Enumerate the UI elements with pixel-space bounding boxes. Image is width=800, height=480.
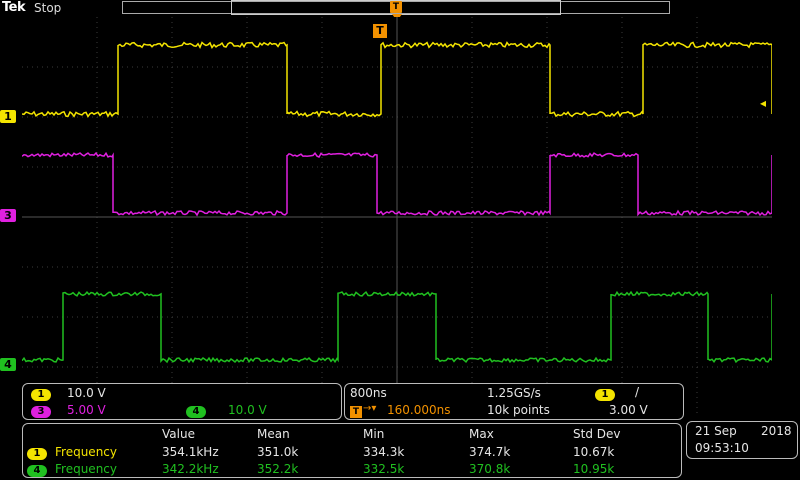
brand-logo: Tek: [2, 0, 26, 15]
datetime-panel: 21 Sep 2018 09:53:10: [686, 421, 798, 459]
channel-4-scale: 10.0 V: [228, 403, 267, 417]
channel-1-ground-marker[interactable]: 1: [0, 110, 16, 123]
header-min: Min: [363, 427, 385, 441]
header-std-dev: Std Dev: [573, 427, 621, 441]
measurement-row-2-name: Frequency: [55, 462, 117, 476]
measurement-row-2-value: 342.2kHz: [162, 462, 219, 476]
timebase-trigger-panel[interactable]: 800ns 1.25GS/s 1 / T →▾ 160.000ns 10k po…: [344, 383, 684, 420]
channel-1-scale: 10.0 V: [67, 386, 106, 400]
trigger-point-marker[interactable]: T: [373, 24, 387, 38]
measurement-row-2-min: 332.5k: [363, 462, 405, 476]
trigger-level-value: 3.00 V: [609, 403, 648, 417]
time-per-division: 800ns: [350, 386, 387, 400]
trigger-arrow-icon: →▾: [363, 403, 377, 414]
measurement-row-2-std: 10.95k: [573, 462, 615, 476]
trigger-position-icon: T: [390, 1, 402, 13]
trigger-position-value: 160.000ns: [387, 403, 451, 417]
channel-3-scale: 5.00 V: [67, 403, 106, 417]
measurement-panel[interactable]: Value Mean Min Max Std Dev 1 Frequency 3…: [22, 423, 682, 478]
measurement-row-1-std: 10.67k: [573, 445, 615, 459]
channel-4-ground-marker[interactable]: 4: [0, 358, 16, 371]
run-state-label[interactable]: Stop: [34, 1, 61, 15]
measurement-row-1-min: 334.3k: [363, 445, 405, 459]
top-status-bar: Tek Stop T: [0, 0, 800, 21]
sample-rate: 1.25GS/s: [487, 386, 541, 400]
channel-1-badge: 1: [31, 389, 51, 401]
measurement-row-1-max: 374.7k: [469, 445, 511, 459]
trigger-position-icon-small: T: [350, 406, 362, 418]
trigger-slope-icon: /: [635, 385, 640, 399]
measurement-row-1-mean: 351.0k: [257, 445, 299, 459]
date-label: 21 Sep: [695, 424, 737, 438]
measurement-row-1-name: Frequency: [55, 445, 117, 459]
waveform-graticule[interactable]: [22, 17, 772, 417]
channel-3-ground-marker[interactable]: 3: [0, 209, 16, 222]
trigger-level-marker[interactable]: ◂: [760, 96, 766, 110]
channel-3-badge: 3: [31, 406, 51, 418]
channel-4-badge: 4: [186, 406, 206, 418]
header-max: Max: [469, 427, 494, 441]
measurement-row-1-value: 354.1kHz: [162, 445, 219, 459]
year-label: 2018: [761, 424, 792, 438]
measurement-row-1-channel-badge: 1: [27, 448, 47, 460]
channel-scale-panel[interactable]: 1 10.0 V 3 5.00 V 4 10.0 V: [22, 383, 342, 420]
time-label: 09:53:10: [695, 441, 749, 455]
measurement-row-2-max: 370.8k: [469, 462, 511, 476]
header-mean: Mean: [257, 427, 290, 441]
measurement-row-2-mean: 352.2k: [257, 462, 299, 476]
measurement-row-2-channel-badge: 4: [27, 465, 47, 477]
record-length: 10k points: [487, 403, 550, 417]
header-value: Value: [162, 427, 195, 441]
trigger-source-badge: 1: [595, 389, 615, 401]
